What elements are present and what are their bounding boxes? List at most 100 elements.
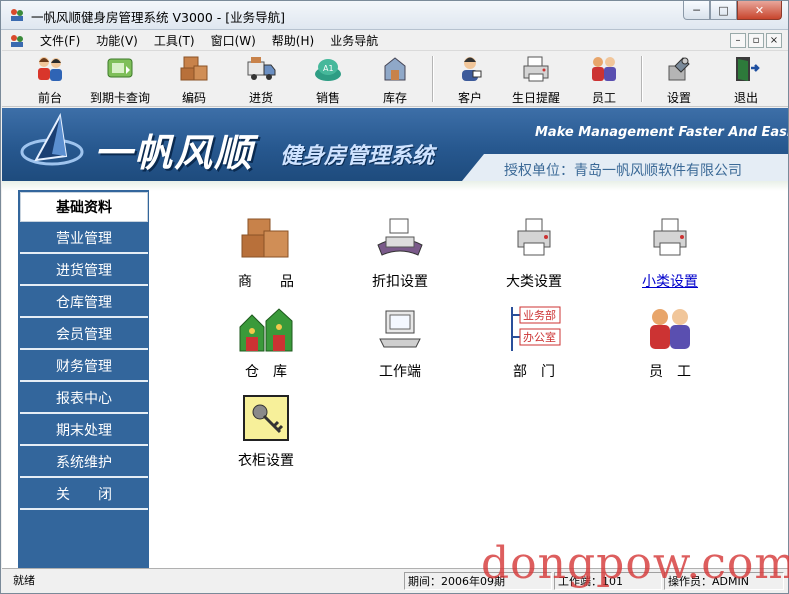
toolbar-settings-button[interactable]: 设置	[651, 54, 707, 106]
people-icon	[34, 54, 66, 84]
menu-file[interactable]: 文件(F)	[32, 33, 88, 49]
toolbar-label: 生日提醒	[511, 91, 560, 105]
header-banner: 一帆风顺 健身房管理系统 Make Management Faster And …	[2, 108, 788, 181]
menu-help[interactable]: 帮助(H)	[264, 33, 322, 49]
toolbar-staff-button[interactable]: 员工	[576, 54, 632, 106]
toolbar-sales-button[interactable]: A1 销售	[300, 54, 356, 106]
sales-icon: A1	[312, 54, 344, 84]
feature-label: 员 工	[649, 364, 691, 380]
toolbar-front-desk-button[interactable]: 前台	[22, 54, 78, 106]
window-title: 一帆风顺健身房管理系统 V3000 - [业务导航]	[31, 10, 286, 25]
sidebar-item-business[interactable]: 营业管理	[20, 224, 148, 254]
sidebar-item-maintenance[interactable]: 系统维护	[20, 448, 148, 478]
app-logo-icon	[11, 9, 23, 21]
feature-subcategory[interactable]: 小类设置	[625, 215, 715, 291]
menu-function[interactable]: 功能(V)	[88, 33, 146, 49]
feature-warehouse[interactable]: 仓 库	[221, 305, 311, 381]
feature-locker[interactable]: 衣柜设置	[221, 394, 311, 470]
toolbar-label: 客户	[457, 91, 482, 105]
toolbar-birthday-reminder-button[interactable]: 生日提醒	[504, 54, 568, 106]
feature-discount[interactable]: 折扣设置	[355, 215, 445, 291]
toolbar-separator	[641, 56, 643, 102]
feature-label[interactable]: 小类设置	[642, 271, 698, 291]
sidebar-item-close[interactable]: 关 闭	[20, 480, 148, 510]
toolbar-customer-button[interactable]: 客户	[442, 54, 498, 106]
toolbar-label: 前台	[37, 91, 62, 105]
child-restore-button[interactable]: ▫	[748, 33, 764, 48]
department-icon: 业务部 办公室	[506, 305, 562, 357]
toolbar: 前台 到期卡查询 编码 进货 A1 销售 库存 客户 生日提醒 员工 设置 退出	[2, 52, 788, 107]
customer-icon	[454, 54, 486, 84]
sidebar-nav: 基础资料 营业管理 进货管理 仓库管理 会员管理 财务管理 报表中心 期末处理 …	[18, 190, 149, 568]
toolbar-purchase-button[interactable]: 进货	[233, 54, 289, 106]
department-label-business: 业务部	[523, 308, 556, 322]
boxes-icon	[178, 54, 210, 84]
close-button[interactable]: ✕	[737, 1, 782, 20]
employee-icon	[642, 305, 698, 357]
slogan: Make Management Faster And Easier	[535, 125, 788, 140]
menu-window[interactable]: 窗口(W)	[203, 33, 264, 49]
card-icon	[104, 54, 136, 84]
department-label-office: 办公室	[523, 330, 556, 344]
title-bar: 一帆风顺健身房管理系统 V3000 - [业务导航] ─ □ ✕	[1, 1, 788, 30]
toolbar-label: 编码	[181, 91, 206, 105]
feature-employee[interactable]: 员 工	[625, 305, 715, 381]
feature-label: 部 门	[513, 364, 555, 380]
document-icon[interactable]	[9, 33, 25, 49]
minimize-button[interactable]: ─	[683, 1, 710, 20]
window-controls: ─ □ ✕	[683, 1, 782, 21]
feature-label: 商 品	[238, 274, 294, 290]
feature-label: 大类设置	[506, 274, 562, 290]
feature-department[interactable]: 业务部 办公室 部 门	[489, 305, 579, 381]
category-icon	[506, 215, 562, 267]
main-content: 基础资料 营业管理 进货管理 仓库管理 会员管理 财务管理 报表中心 期末处理 …	[2, 181, 788, 568]
goods-icon	[238, 215, 294, 267]
subcategory-icon	[642, 215, 698, 267]
menu-bar: 文件(F) 功能(V) 工具(T) 窗口(W) 帮助(H) 业务导航 – ▫ ×	[2, 31, 788, 51]
printer-icon	[520, 54, 552, 84]
inventory-icon	[379, 54, 411, 84]
toolbar-expired-card-button[interactable]: 到期卡查询	[85, 54, 155, 106]
toolbar-inventory-button[interactable]: 库存	[367, 54, 423, 106]
toolbar-separator	[432, 56, 434, 102]
license-text: 授权单位：青岛一帆风顺软件有限公司	[504, 163, 742, 179]
settings-icon	[663, 54, 695, 84]
product-subtitle: 健身房管理系统	[280, 144, 435, 169]
sidebar-item-period-end[interactable]: 期末处理	[20, 416, 148, 446]
brand-name: 一帆风顺	[94, 130, 255, 175]
sidebar-item-finance[interactable]: 财务管理	[20, 352, 148, 382]
feature-label: 工作端	[379, 364, 421, 380]
sidebar-item-reports[interactable]: 报表中心	[20, 384, 148, 414]
sidebar-item-warehouse[interactable]: 仓库管理	[20, 288, 148, 318]
toolbar-label: 设置	[666, 91, 691, 105]
feature-label: 衣柜设置	[238, 453, 294, 469]
svg-text:A1: A1	[323, 64, 334, 73]
truck-icon	[245, 54, 277, 84]
toolbar-label: 进货	[248, 91, 273, 105]
feature-category[interactable]: 大类设置	[489, 215, 579, 291]
toolbar-label: 退出	[733, 91, 758, 105]
feature-goods[interactable]: 商 品	[221, 215, 311, 291]
toolbar-label: 销售	[315, 91, 340, 105]
child-minimize-button[interactable]: –	[730, 33, 746, 48]
toolbar-code-button[interactable]: 编码	[166, 54, 222, 106]
sidebar-item-basic-data[interactable]: 基础资料	[20, 192, 148, 222]
feature-label: 仓 库	[245, 364, 287, 380]
sidebar-item-member[interactable]: 会员管理	[20, 320, 148, 350]
warehouse-icon	[238, 305, 294, 357]
child-close-button[interactable]: ×	[766, 33, 782, 48]
menu-business-nav[interactable]: 业务导航	[322, 33, 386, 49]
exit-icon	[730, 54, 762, 84]
toolbar-label: 库存	[382, 91, 407, 105]
locker-icon	[238, 394, 294, 446]
staff-icon	[588, 54, 620, 84]
sidebar-item-purchase[interactable]: 进货管理	[20, 256, 148, 286]
menu-tools[interactable]: 工具(T)	[146, 33, 203, 49]
maximize-button[interactable]: □	[710, 1, 737, 20]
toolbar-exit-button[interactable]: 退出	[718, 54, 774, 106]
feature-label: 折扣设置	[372, 274, 428, 290]
watermark-text: dongpow.com	[481, 538, 789, 589]
feature-terminal[interactable]: 工作端	[355, 305, 445, 381]
discount-icon	[372, 215, 428, 267]
status-text: 就绪	[13, 574, 35, 587]
